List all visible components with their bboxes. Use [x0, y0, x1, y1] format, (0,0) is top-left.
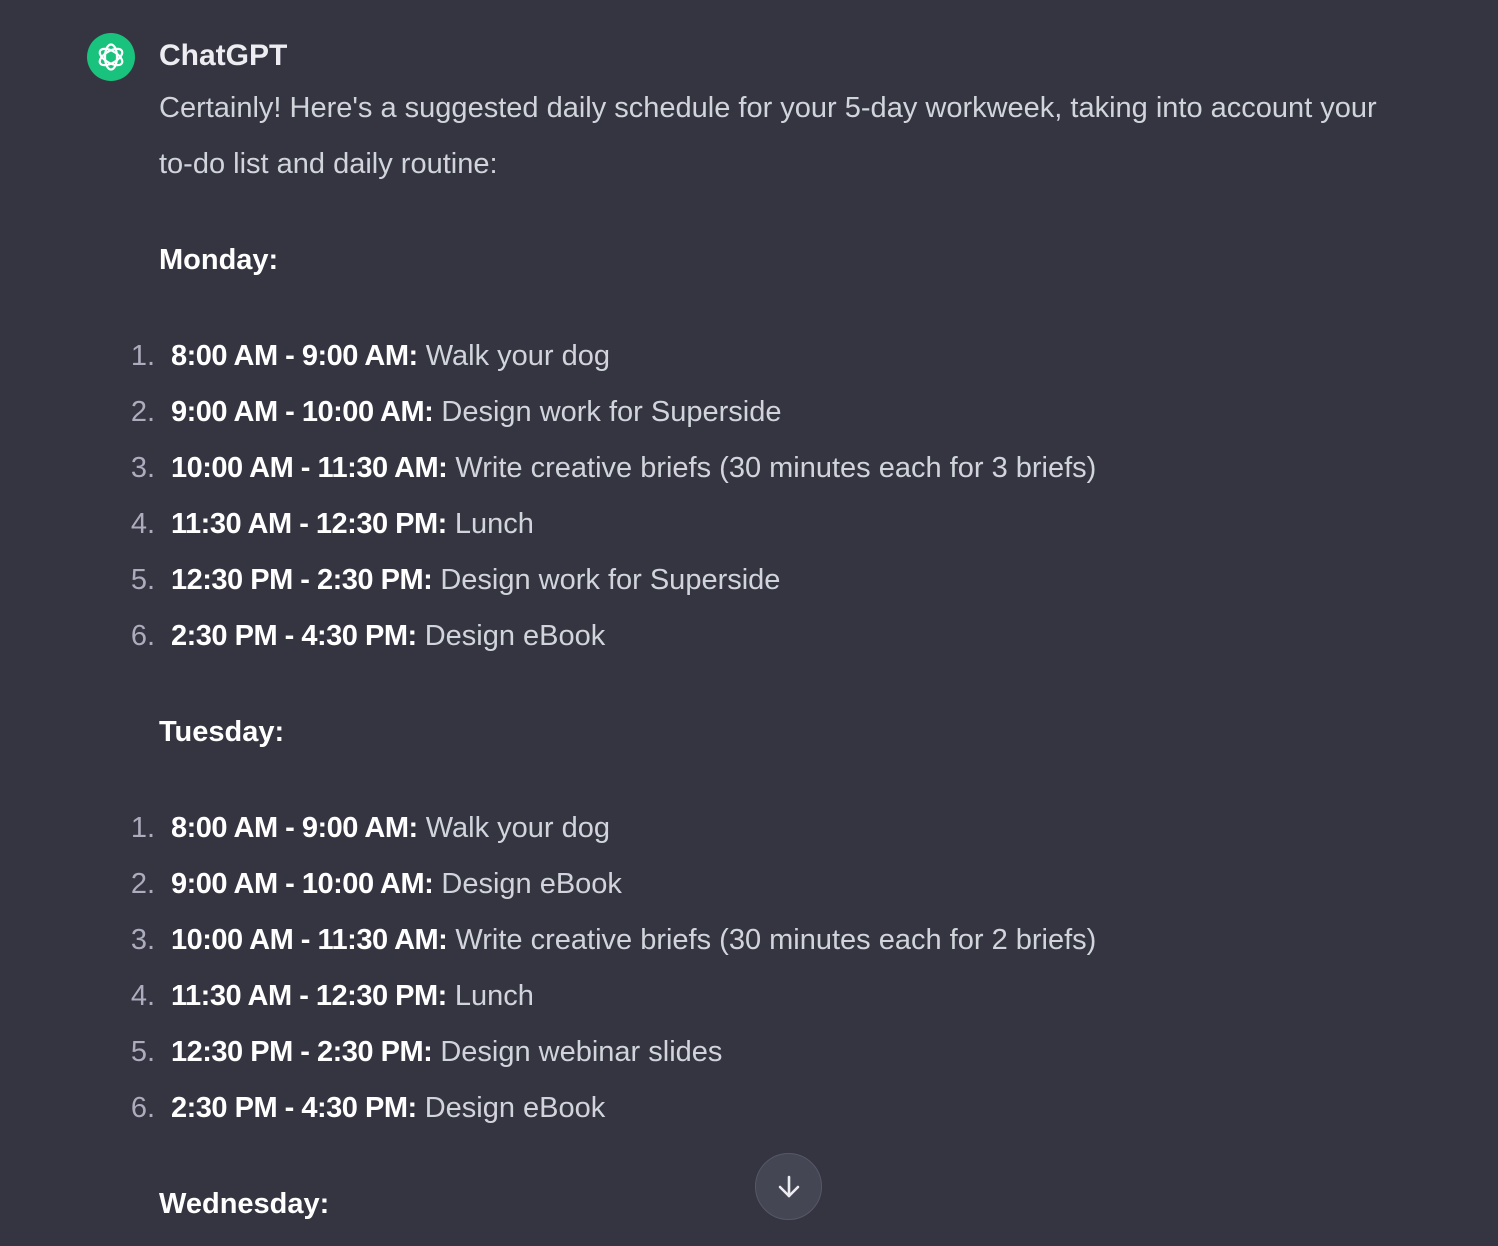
time-range: 10:00 AM - 11:30 AM: — [171, 924, 448, 956]
task-text: Write creative briefs (30 minutes each f… — [455, 924, 1097, 956]
list-number: 5. — [130, 564, 155, 596]
assistant-message: ChatGPT Certainly! Here's a suggested da… — [0, 0, 1498, 1246]
task-text: Design eBook — [424, 1092, 606, 1124]
time-range: 12:30 PM - 2:30 PM: — [171, 1036, 433, 1068]
time-range: 2:30 PM - 4:30 PM: — [171, 620, 417, 652]
task-text: Design work for Superside — [440, 564, 781, 596]
openai-logo-icon — [98, 43, 124, 71]
list-number: 5. — [130, 1036, 155, 1068]
scroll-to-bottom-button[interactable] — [755, 1153, 822, 1220]
list-number: 6. — [130, 620, 155, 652]
time-range: 9:00 AM - 10:00 AM: — [171, 868, 434, 900]
list-number: 2. — [130, 868, 155, 900]
task-text: Write creative briefs (30 minutes each f… — [455, 452, 1097, 484]
day-heading-monday: Monday: — [159, 244, 279, 276]
task-text: Design webinar slides — [440, 1036, 723, 1068]
list-number: 2. — [130, 396, 155, 428]
time-range: 9:00 AM - 10:00 AM: — [171, 396, 434, 428]
message-author: ChatGPT — [159, 39, 288, 72]
task-text: Design eBook — [424, 620, 606, 652]
task-text: Walk your dog — [425, 812, 611, 844]
list-number: 1. — [130, 340, 155, 372]
chatgpt-avatar — [87, 33, 135, 81]
task-text: Design work for Superside — [441, 396, 782, 428]
day-heading-wednesday: Wednesday: — [159, 1188, 330, 1220]
task-text: Lunch — [454, 508, 534, 540]
task-text: Lunch — [454, 980, 534, 1012]
time-range: 12:30 PM - 2:30 PM: — [171, 564, 433, 596]
list-number: 6. — [130, 1092, 155, 1124]
list-number: 3. — [130, 452, 155, 484]
arrow-down-icon — [778, 1175, 799, 1197]
message-intro: Certainly! Here's a suggested daily sche… — [159, 92, 1377, 180]
time-range: 8:00 AM - 9:00 AM: — [171, 340, 418, 372]
time-range: 10:00 AM - 11:30 AM: — [171, 452, 448, 484]
list-number: 4. — [130, 980, 155, 1012]
list-number: 3. — [130, 924, 155, 956]
task-text: Walk your dog — [425, 340, 611, 372]
day-heading-tuesday: Tuesday: — [159, 716, 285, 748]
task-text: Design eBook — [441, 868, 622, 900]
time-range: 11:30 AM - 12:30 PM: — [171, 508, 447, 540]
time-range: 11:30 AM - 12:30 PM: — [171, 980, 447, 1012]
list-number: 4. — [130, 508, 155, 540]
time-range: 8:00 AM - 9:00 AM: — [171, 812, 418, 844]
list-number: 1. — [130, 812, 155, 844]
time-range: 2:30 PM - 4:30 PM: — [171, 1092, 417, 1124]
